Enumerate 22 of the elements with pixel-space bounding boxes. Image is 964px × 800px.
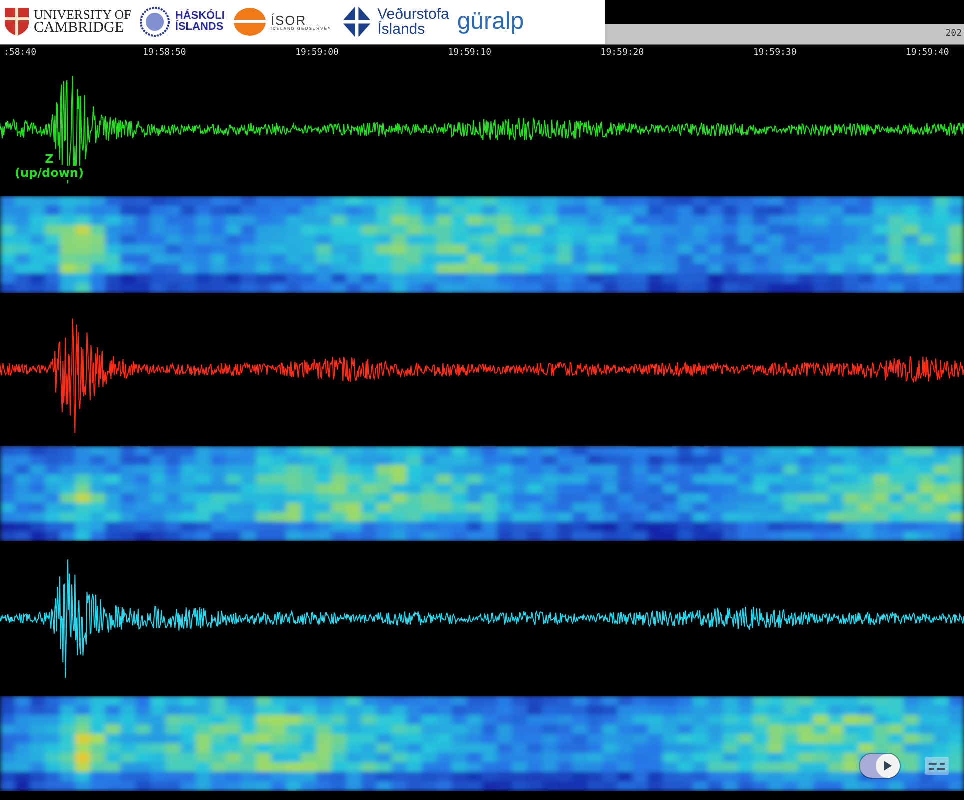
- sun-icon: [232, 7, 267, 37]
- date-text: 202: [946, 29, 962, 39]
- time-tick-label: 19:59:00: [296, 48, 339, 58]
- seal-icon: [139, 6, 172, 38]
- time-tick-label: 19:59:20: [600, 48, 644, 58]
- subtitles-icon[interactable]: [924, 756, 950, 776]
- logo-text: ÍSLANDS: [175, 22, 225, 33]
- logo-text: Veðurstofa: [378, 7, 450, 22]
- crest-icon: [4, 7, 30, 37]
- logo-text: Íslands: [378, 22, 426, 37]
- logo-text: CAMBRIDGE: [34, 21, 126, 36]
- logo-text: UNIVERSITY OF: [34, 8, 132, 21]
- time-tick-label: 19:59:10: [448, 48, 492, 58]
- time-tick-label: 19:59:40: [906, 48, 950, 58]
- logo-text: güralp: [457, 10, 524, 34]
- channel-label: Z: [44, 152, 55, 166]
- time-tick-label: :58:40: [4, 48, 37, 58]
- logo-text: ÍSOR: [270, 14, 307, 26]
- time-tick-label: 19:58:50: [143, 48, 186, 58]
- channel-sublabel: (up/down): [14, 166, 85, 180]
- time-tick-label: 19:59:30: [753, 48, 797, 58]
- play-icon: [883, 760, 893, 772]
